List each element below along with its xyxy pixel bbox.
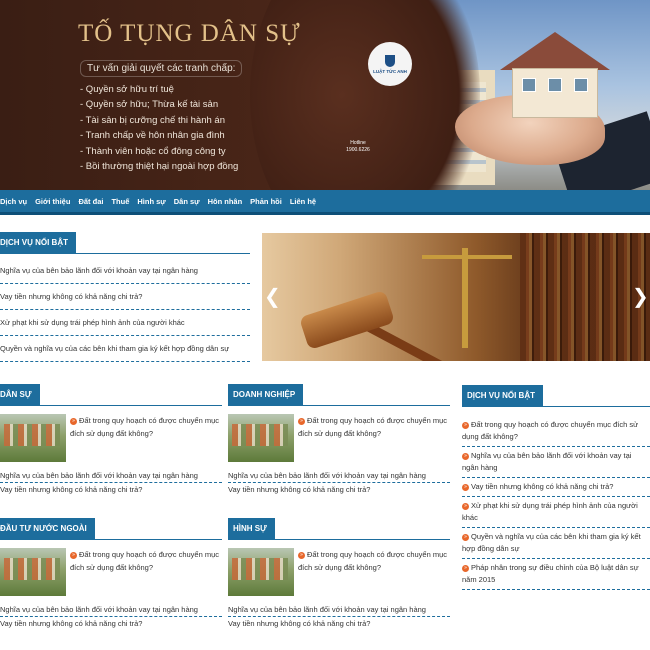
banner-feature: - Quyền sở hữu trí tuệ	[80, 84, 174, 95]
section-title[interactable]: DỊCH VỤ NỔI BẬT	[462, 385, 543, 407]
shield-icon	[385, 54, 395, 67]
hotline-badge: Hotline 1900.6226	[346, 140, 370, 153]
list-item[interactable]: » Quyền và nghĩa vụ của các bên khi tham …	[462, 528, 650, 559]
nav-item-hon-nhan[interactable]: Hôn nhân	[204, 197, 247, 206]
bullet-icon: »	[70, 417, 77, 425]
banner-feature: - Tranh chấp về hôn nhân gia đình	[80, 130, 225, 142]
firm-logo: LUẬT TỨC ANH	[368, 42, 412, 86]
nav-item-dat-dai[interactable]: Đất đai	[74, 197, 107, 206]
nav-item-lien-he[interactable]: Liên hệ	[286, 197, 320, 206]
slider-prev-icon[interactable]: ❮	[264, 285, 281, 309]
nav-item-gioi-thieu[interactable]: Giới thiệu	[31, 197, 74, 206]
hero-banner: LUẬT TỨC ANH Hotline 1900.6226 TỐ TỤNG D…	[0, 0, 650, 190]
banner-title: TỐ TỤNG DÂN SỰ	[78, 20, 301, 47]
list-item[interactable]: Vay tiền nhưng không có khả năng chi trả…	[0, 617, 222, 630]
bullet-icon: »	[462, 502, 469, 510]
section-title[interactable]: HÌNH SỰ	[228, 518, 275, 540]
nav-item-hinh-su[interactable]: Hình sự	[133, 197, 169, 206]
bullet-icon: »	[462, 483, 469, 491]
list-item[interactable]: Nghĩa vụ của bên bảo lãnh đối với khoản …	[0, 469, 222, 483]
main-nav: Dịch vụ Giới thiệu Đất đai Thuế Hình sự …	[0, 190, 650, 215]
banner-feature: - Thành viên hoặc cổ đông công ty	[80, 145, 226, 157]
lead-article[interactable]: » Đất trong quy hoạch có được chuyển mục …	[70, 548, 220, 574]
banner-feature: - Tài sản bị cưỡng chế thi hành án	[80, 114, 225, 126]
list-item[interactable]: Vay tiền nhưng không có khả năng chi trả…	[0, 483, 222, 496]
list-item[interactable]: Nghĩa vụ của bên bảo lãnh đối với khoản …	[228, 603, 450, 617]
banner-feature: - Quyền sở hữu; Thừa kế tài sản	[80, 99, 219, 111]
list-item[interactable]: Xử phạt khi sử dụng trái phép hình ảnh c…	[0, 310, 250, 336]
list-item[interactable]: Vay tiền nhưng không có khả năng chi trả…	[0, 284, 250, 310]
house-icon	[500, 32, 610, 122]
featured-services-header: DỊCH VỤ NỔI BẬT	[0, 232, 250, 254]
bullet-icon: »	[462, 421, 469, 429]
article-thumbnail[interactable]	[0, 414, 66, 462]
bookshelf-image	[520, 233, 650, 361]
bullet-icon: »	[298, 417, 305, 425]
nav-item-dan-su[interactable]: Dân sự	[170, 197, 204, 206]
list-item[interactable]: » Nghĩa vụ của bên bảo lãnh đối với khoản…	[462, 447, 650, 478]
bullet-icon: »	[462, 564, 469, 572]
bullet-icon: »	[462, 533, 469, 541]
lead-article[interactable]: » Đất trong quy hoạch có được chuyển mục …	[298, 414, 448, 440]
list-item[interactable]: Quyền và nghĩa vụ của các bên khi tham g…	[0, 336, 250, 362]
bullet-icon: »	[462, 452, 469, 460]
list-item[interactable]: Nghĩa vụ của bên bảo lãnh đối với khoản …	[228, 469, 450, 483]
section-title[interactable]: DÂN SỰ	[0, 384, 40, 406]
section-title[interactable]: DỊCH VỤ NỔI BẬT	[0, 232, 76, 254]
image-slider: ❮ ❯	[262, 233, 650, 361]
bullet-icon: »	[70, 551, 77, 559]
banner-feature-list: - Quyền sở hữu trí tuệ - Quyền sở hữu; T…	[80, 82, 238, 174]
category-header-dau-tu-nuoc-ngoai: ĐẦU TƯ NƯỚC NGOÀI	[0, 518, 222, 540]
category-header-doanh-nghiep: DOANH NGHIỆP	[228, 384, 450, 406]
list-item[interactable]: » Vay tiền nhưng không có khả năng chi tr…	[462, 478, 650, 497]
nav-item-phan-hoi[interactable]: Phản hồi	[246, 197, 286, 206]
section-title[interactable]: ĐẦU TƯ NƯỚC NGOÀI	[0, 518, 95, 540]
banner-subtitle: Tư vấn giải quyết các tranh chấp:	[80, 60, 243, 77]
nav-item-thue[interactable]: Thuế	[107, 197, 133, 206]
featured-services-list: Nghĩa vụ của bên bảo lãnh đối với khoản …	[0, 258, 250, 362]
category-header-hinh-su: HÌNH SỰ	[228, 518, 450, 540]
article-thumbnail[interactable]	[228, 548, 294, 596]
banner-feature: - Bồi thường thiệt hại ngoài hợp đồng	[80, 161, 239, 173]
lead-article[interactable]: » Đất trong quy hoạch có được chuyển mục …	[298, 548, 448, 574]
article-thumbnail[interactable]	[228, 414, 294, 462]
sidebar-featured-list: » Đất trong quy hoạch có được chuyển mục …	[462, 416, 650, 590]
list-item[interactable]: Vay tiền nhưng không có khả năng chi trả…	[228, 483, 450, 496]
list-item[interactable]: Vay tiền nhưng không có khả năng chi trả…	[228, 617, 450, 630]
category-header-dan-su: DÂN SỰ	[0, 384, 222, 406]
sidebar-featured-header: DỊCH VỤ NỔI BẬT	[462, 385, 650, 407]
list-item[interactable]: Nghĩa vụ của bên bảo lãnh đối với khoản …	[0, 258, 250, 284]
nav-item-dich-vu[interactable]: Dịch vụ	[0, 197, 31, 206]
lead-article[interactable]: » Đất trong quy hoạch có được chuyển mục …	[70, 414, 220, 440]
list-item[interactable]: » Xử phạt khi sử dụng trái phép hình ảnh …	[462, 497, 650, 528]
section-title[interactable]: DOANH NGHIỆP	[228, 384, 304, 406]
list-item[interactable]: » Pháp nhân trong sự điều chỉnh của Bộ lu…	[462, 559, 650, 590]
bullet-icon: »	[298, 551, 305, 559]
list-item[interactable]: Nghĩa vụ của bên bảo lãnh đối với khoản …	[0, 603, 222, 617]
article-thumbnail[interactable]	[0, 548, 66, 596]
list-item[interactable]: » Đất trong quy hoạch có được chuyển mục …	[462, 416, 650, 447]
slider-next-icon[interactable]: ❯	[632, 285, 649, 309]
